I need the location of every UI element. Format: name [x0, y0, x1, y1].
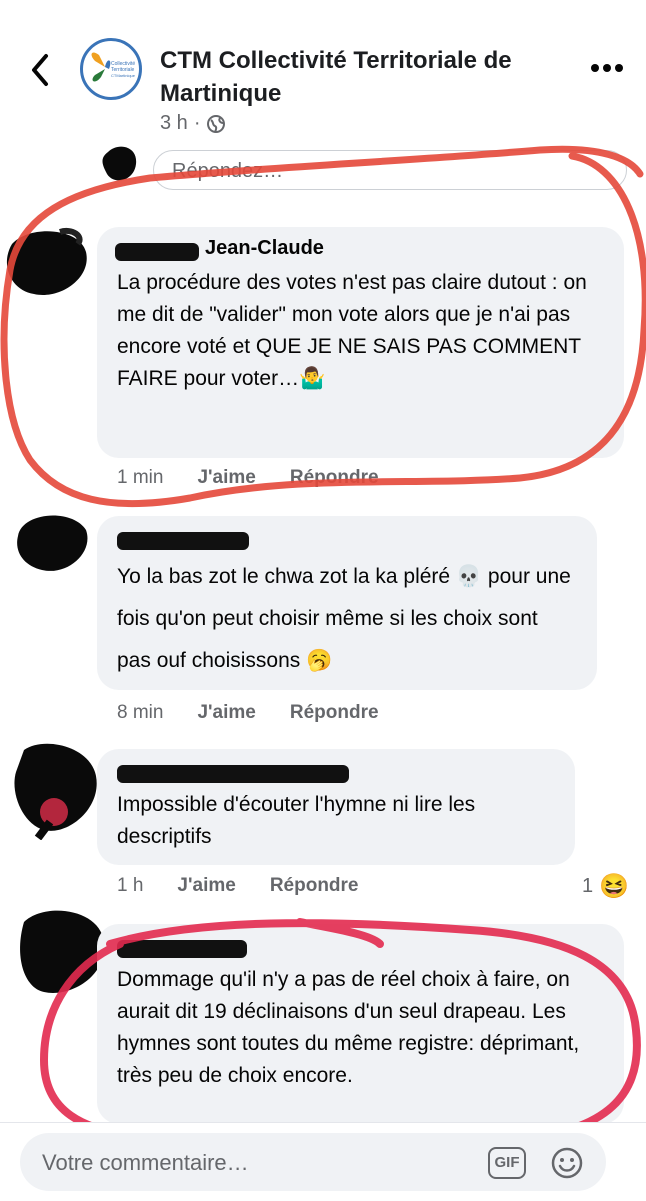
- reaction-count: 1: [582, 875, 594, 897]
- redacted-name: [117, 532, 249, 550]
- comment-bubble[interactable]: Dommage qu'il n'y a pas de réel choix à …: [97, 924, 624, 1124]
- page-name[interactable]: CTM Collectivité Territoriale de Martini…: [160, 44, 560, 110]
- comment-bubble[interactable]: Jean-Claude La procédure des votes n'est…: [97, 227, 624, 458]
- like-button[interactable]: J'aime: [197, 702, 255, 724]
- comment-text: Yo la bas zot le chwa zot la ka pléré 💀 …: [117, 565, 577, 672]
- butterfly-logo-icon: Collectivité Territoriale CTMartinique: [91, 52, 136, 82]
- reply-button[interactable]: Répondre: [270, 875, 359, 897]
- emoji-picker-icon[interactable]: [550, 1146, 584, 1180]
- reply-button[interactable]: Répondre: [290, 702, 379, 724]
- globe-icon: [207, 114, 226, 133]
- gif-button[interactable]: GIF: [488, 1147, 526, 1179]
- comment-time: 8 min: [117, 702, 164, 723]
- svg-text:CTMartinique: CTMartinique: [111, 73, 136, 78]
- avatar: [12, 508, 92, 583]
- like-button[interactable]: J'aime: [177, 875, 235, 897]
- page-avatar[interactable]: Collectivité Territoriale CTMartinique: [80, 38, 142, 100]
- avatar: [14, 902, 110, 1005]
- comment-time: 1 h: [117, 875, 144, 896]
- comment-actions: 8 min J'aime Répondre: [117, 702, 379, 724]
- post-time: 3 h: [160, 112, 188, 134]
- comment-actions: 1 min J'aime Répondre: [117, 467, 379, 489]
- laugh-emoji-icon: 😆: [599, 873, 630, 900]
- more-options-icon[interactable]: [590, 62, 624, 74]
- comment-actions: 1 h J'aime Répondre: [117, 875, 359, 897]
- redacted-name: [117, 940, 247, 958]
- post-meta: 3 h ·: [160, 112, 226, 135]
- post-header: Collectivité Territoriale CTMartinique C…: [0, 0, 646, 150]
- comment-bubble[interactable]: Yo la bas zot le chwa zot la ka pléré 💀 …: [97, 516, 597, 690]
- redacted-name: [117, 765, 349, 783]
- comment-text: Impossible d'écouter l'hymne ni lire les…: [117, 793, 482, 848]
- comment-time: 1 min: [117, 467, 164, 488]
- like-button[interactable]: J'aime: [197, 467, 255, 489]
- comment-author[interactable]: Jean-Claude: [205, 237, 324, 260]
- comment-text: Dommage qu'il n'y a pas de réel choix à …: [117, 968, 586, 1087]
- avatar: [100, 142, 144, 193]
- back-arrow-icon[interactable]: [26, 52, 56, 88]
- comment-bubble[interactable]: Impossible d'écouter l'hymne ni lire les…: [97, 749, 575, 865]
- avatar: [0, 222, 92, 307]
- reply-button[interactable]: Répondre: [290, 467, 379, 489]
- reaction-summary[interactable]: 1 😆: [582, 872, 629, 901]
- redacted-name: [115, 243, 199, 261]
- avatar: [10, 736, 102, 845]
- reply-input[interactable]: Répondez…: [153, 150, 627, 190]
- comment-text: La procédure des votes n'est pas claire …: [117, 271, 593, 390]
